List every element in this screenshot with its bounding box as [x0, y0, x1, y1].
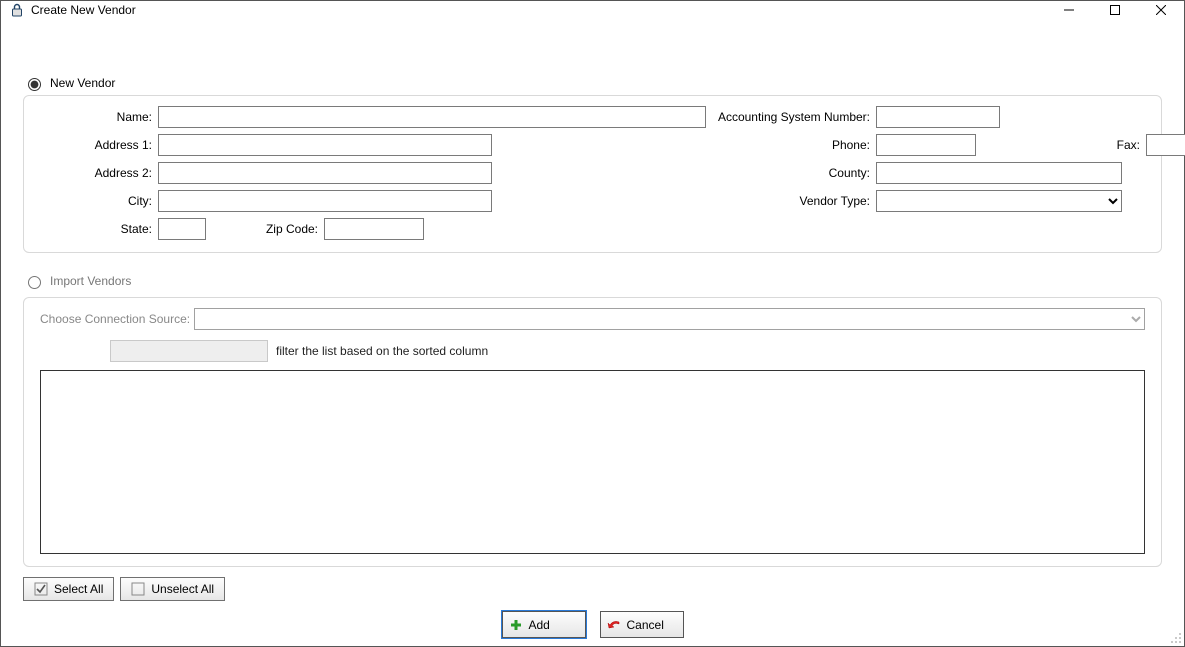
radio-import-vendors-row: Import Vendors — [23, 273, 1162, 289]
radio-new-vendor-row: New Vendor — [23, 75, 1162, 91]
plus-icon — [509, 618, 523, 632]
label-county: County: — [706, 166, 876, 180]
zip-input[interactable] — [324, 218, 424, 240]
client-area: New Vendor Name: Address 1: Address 2: C… — [1, 18, 1184, 646]
window-title: Create New Vendor — [31, 3, 136, 17]
label-state: State: — [40, 222, 158, 236]
select-all-button[interactable]: Select All — [23, 577, 114, 601]
state-input[interactable] — [158, 218, 206, 240]
label-fax: Fax: — [976, 138, 1146, 152]
label-phone: Phone: — [706, 138, 876, 152]
label-name: Name: — [40, 110, 158, 124]
unselect-all-button[interactable]: Unselect All — [120, 577, 225, 601]
maximize-button[interactable] — [1092, 1, 1138, 18]
resize-grip-icon[interactable] — [1168, 630, 1182, 644]
titlebar: Create New Vendor — [1, 1, 1184, 18]
import-list — [40, 370, 1145, 554]
window-create-new-vendor: Create New Vendor New Vendor Name: — [0, 0, 1185, 647]
footer-buttons: Add Cancel — [23, 611, 1162, 638]
close-button[interactable] — [1138, 1, 1184, 18]
address2-input[interactable] — [158, 162, 492, 184]
fax-input[interactable] — [1146, 134, 1185, 156]
city-input[interactable] — [158, 190, 492, 212]
label-city: City: — [40, 194, 158, 208]
filter-input — [110, 340, 268, 362]
label-zip: Zip Code: — [206, 222, 324, 236]
label-address2: Address 2: — [40, 166, 158, 180]
address1-input[interactable] — [158, 134, 492, 156]
radio-new-vendor[interactable] — [28, 78, 41, 91]
filter-hint: filter the list based on the sorted colu… — [276, 344, 488, 358]
radio-import-vendors-label: Import Vendors — [50, 274, 131, 288]
asn-input[interactable] — [876, 106, 1000, 128]
label-asn: Accounting System Number: — [706, 110, 876, 124]
check-all-icon — [34, 582, 48, 596]
select-all-label: Select All — [54, 582, 103, 596]
select-buttons-row: Select All Unselect All — [23, 577, 1162, 601]
group-import-vendors: Choose Connection Source: filter the lis… — [23, 297, 1162, 567]
vendor-type-select[interactable] — [876, 190, 1122, 212]
add-button[interactable]: Add — [502, 611, 586, 638]
label-vendor-type: Vendor Type: — [706, 194, 876, 208]
add-label: Add — [529, 618, 550, 632]
undo-arrow-icon — [607, 618, 621, 632]
cancel-button[interactable]: Cancel — [600, 611, 684, 638]
unselect-all-label: Unselect All — [151, 582, 214, 596]
group-new-vendor: Name: Address 1: Address 2: City: State: — [23, 95, 1162, 253]
minimize-button[interactable] — [1046, 1, 1092, 18]
name-input[interactable] — [158, 106, 706, 128]
label-connection-source: Choose Connection Source: — [40, 312, 190, 326]
radio-import-vendors[interactable] — [28, 276, 41, 289]
uncheck-all-icon — [131, 582, 145, 596]
connection-source-select — [194, 308, 1145, 330]
radio-new-vendor-label: New Vendor — [50, 76, 115, 90]
cancel-label: Cancel — [627, 618, 664, 632]
county-input[interactable] — [876, 162, 1122, 184]
label-address1: Address 1: — [40, 138, 158, 152]
phone-input[interactable] — [876, 134, 976, 156]
lock-icon — [9, 2, 25, 18]
